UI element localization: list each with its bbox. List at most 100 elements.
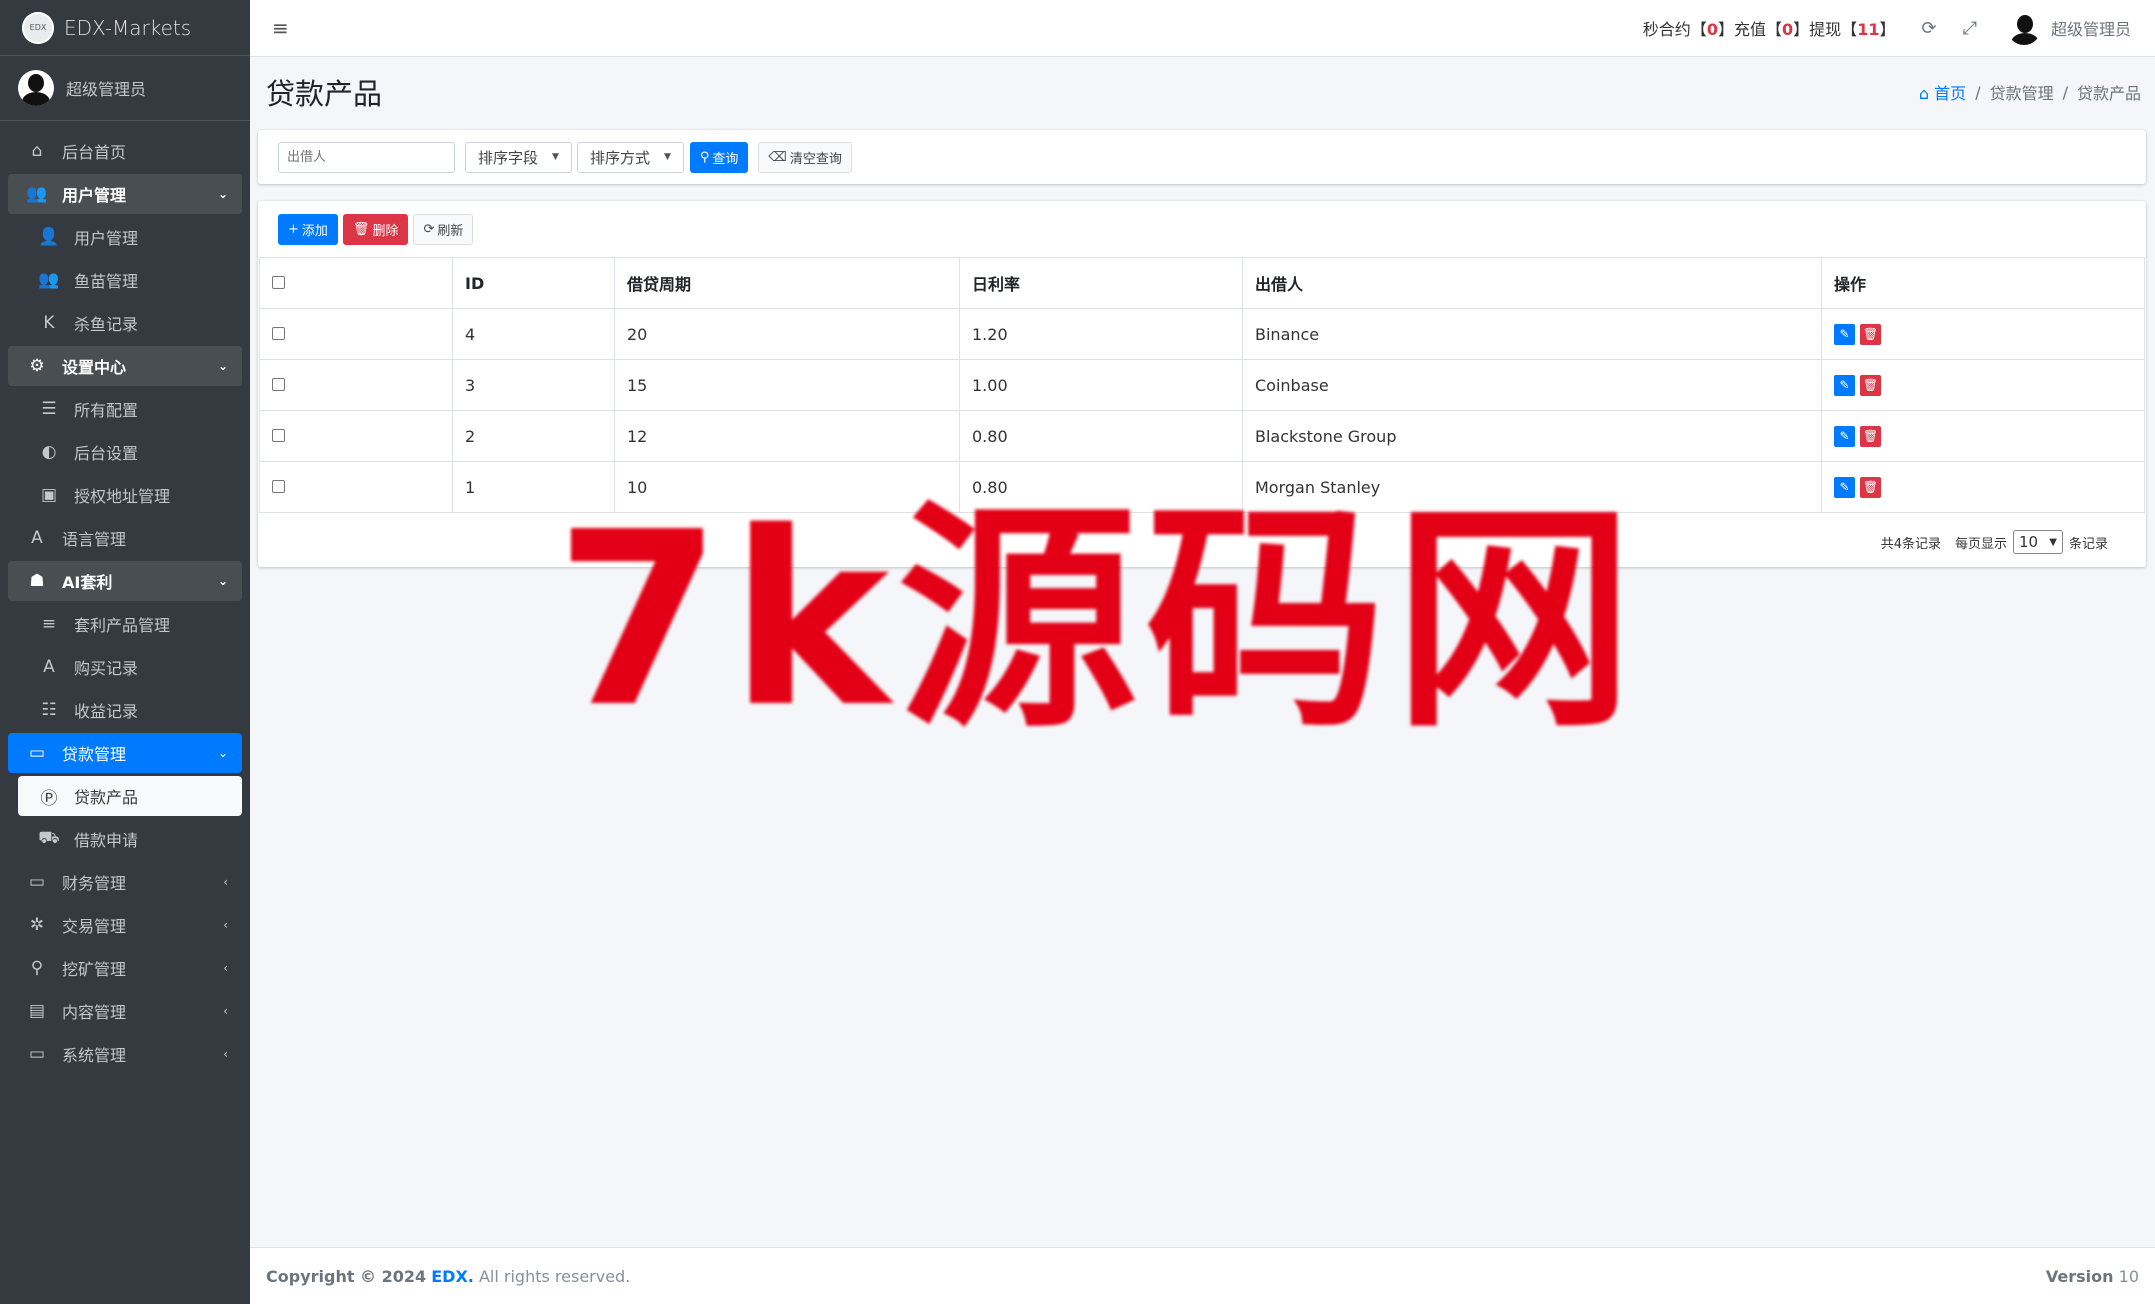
- sidebar-item-label: 授权地址管理: [74, 487, 171, 506]
- tasks-icon: ☷: [41, 700, 57, 720]
- sort-order-select[interactable]: 排序方式 ▼: [576, 141, 684, 173]
- row-select-cell: [259, 410, 453, 462]
- chevron-down-icon: ⌄: [217, 187, 228, 201]
- sidebar-item-10[interactable]: ☗ AI套利 ⌄: [8, 561, 242, 601]
- money-icon: ▭: [28, 743, 46, 763]
- address-book-icon: ▣: [40, 485, 58, 505]
- per-page-select[interactable]: 10 ▼: [2012, 530, 2063, 554]
- footer-brand-link[interactable]: EDX.: [431, 1267, 474, 1286]
- lender-search-input[interactable]: [278, 141, 455, 173]
- top-right: 秒合约【0】充值【0】提现【11】 ⟳ ⤢ 超级管理员: [1643, 11, 2131, 45]
- clear-query-label: 清空查询: [789, 151, 842, 167]
- brand-link[interactable]: EDX EDX-Markets: [0, 0, 250, 56]
- trash-icon[interactable]: 🗑: [1860, 375, 1881, 396]
- menu-toggle-icon[interactable]: ≡: [272, 16, 289, 40]
- sidebar-item-label: 杀鱼记录: [74, 315, 139, 334]
- desktop-icon: ▭: [28, 1044, 46, 1064]
- fullscreen-icon[interactable]: ⤢: [1963, 18, 1977, 39]
- cell-actions: ✎ 🗑: [1821, 359, 2145, 411]
- clear-query-button[interactable]: ⌫ 清空查询: [758, 141, 852, 173]
- plus-icon: +: [288, 221, 299, 237]
- col-period[interactable]: 借贷周期: [614, 257, 960, 309]
- chevron-left-icon: ‹: [223, 918, 228, 932]
- breadcrumb-parent[interactable]: 贷款管理: [1990, 80, 2054, 104]
- total-records: 共4条记录: [1880, 536, 1941, 552]
- sidebar-item-3[interactable]: 👥 鱼苗管理: [8, 260, 242, 300]
- chevron-down-icon: ▼: [2049, 536, 2057, 548]
- trash-icon[interactable]: 🗑: [1860, 324, 1881, 345]
- sidebar-item-label: 财务管理: [62, 874, 127, 893]
- row-checkbox[interactable]: [272, 377, 285, 391]
- row-checkbox[interactable]: [272, 479, 285, 493]
- refresh-button[interactable]: ⟳ 刷新: [413, 213, 474, 245]
- user-panel[interactable]: 超级管理员: [0, 56, 250, 121]
- trash-icon[interactable]: 🗑: [1860, 426, 1881, 447]
- sidebar-item-label: AI套利: [62, 573, 113, 592]
- eraser-icon: ⌫: [768, 149, 787, 165]
- sidebar-nav: ⌂ 后台首页 👥 用户管理 ⌄ 👤 用户管理 👥 鱼苗管理 K 杀鱼记录 ⚙ 设置中心 ⌄ ☰ 所有配置 ◐ 后台…: [0, 121, 250, 1074]
- bracket-open: 【: [1766, 20, 1783, 39]
- sidebar-item-0[interactable]: ⌂ 后台首页: [8, 131, 242, 171]
- pending-counts[interactable]: 秒合约【0】充值【0】提现【11】: [1643, 16, 1896, 40]
- sidebar-item-17[interactable]: ▭ 财务管理 ‹: [8, 862, 242, 902]
- product-hunt-icon: Ⓟ: [40, 788, 58, 809]
- cell-actions: ✎ 🗑: [1821, 308, 2145, 360]
- query-button[interactable]: ⚲ 查询: [689, 141, 749, 173]
- breadcrumb-home[interactable]: ⌂ 首页: [1919, 80, 1966, 104]
- table-header-row: ID 借贷周期 日利率 出借人 操作: [259, 257, 2145, 309]
- sidebar-item-11[interactable]: ≡ 套利产品管理: [8, 604, 242, 644]
- edit-icon[interactable]: ✎: [1834, 375, 1855, 396]
- sidebar-item-20[interactable]: ▤ 内容管理 ‹: [8, 991, 242, 1031]
- sort-field-select[interactable]: 排序字段 ▼: [465, 141, 572, 173]
- sidebar-item-18[interactable]: ✲ 交易管理 ‹: [8, 905, 242, 945]
- delete-label: 删除: [372, 223, 399, 239]
- sidebar-item-label: 后台设置: [74, 444, 139, 463]
- per-page-value: 10: [2018, 533, 2039, 551]
- col-lender[interactable]: 出借人: [1242, 257, 1822, 309]
- sidebar-item-label: 设置中心: [62, 358, 127, 377]
- row-checkbox[interactable]: [272, 326, 285, 340]
- sidebar-user-name: 超级管理员: [66, 80, 147, 99]
- refresh-label: 刷新: [437, 223, 464, 239]
- table-row: 2 12 0.80 Blackstone Group ✎ 🗑: [259, 410, 2145, 462]
- sidebar-item-4[interactable]: K 杀鱼记录: [8, 303, 242, 343]
- sidebar-item-9[interactable]: A 语言管理: [8, 518, 242, 558]
- seconds-label: 秒合约: [1642, 20, 1691, 39]
- sidebar-item-16[interactable]: ⛟ 借款申请: [8, 819, 242, 859]
- recharge-count: 0: [1782, 20, 1794, 39]
- sidebar-item-12[interactable]: A 购买记录: [8, 647, 242, 687]
- sidebar-item-15[interactable]: Ⓟ 贷款产品: [18, 776, 242, 816]
- sidebar-item-19[interactable]: ⚲ 挖矿管理 ‹: [8, 948, 242, 988]
- sidebar-item-1[interactable]: 👥 用户管理 ⌄: [8, 174, 242, 214]
- recharge-label: 充值: [1733, 20, 1766, 39]
- col-id[interactable]: ID: [452, 257, 615, 309]
- sidebar-item-2[interactable]: 👤 用户管理: [8, 217, 242, 257]
- avatar: [2006, 11, 2041, 45]
- search-icon: ⚲: [30, 958, 44, 978]
- add-button[interactable]: + 添加: [278, 213, 338, 245]
- trash-icon: 🗑: [352, 221, 370, 237]
- sidebar-item-5[interactable]: ⚙ 设置中心 ⌄: [8, 346, 242, 386]
- sidebar-item-8[interactable]: ▣ 授权地址管理: [8, 475, 242, 515]
- refresh-icon[interactable]: ⟳: [1921, 18, 1936, 39]
- trash-icon[interactable]: 🗑: [1860, 477, 1881, 498]
- edit-icon[interactable]: ✎: [1834, 324, 1855, 345]
- edit-icon[interactable]: ✎: [1834, 477, 1855, 498]
- user-menu[interactable]: 超级管理员: [2006, 11, 2131, 45]
- sidebar-item-14[interactable]: ▭ 贷款管理 ⌄: [8, 733, 242, 773]
- row-select-cell: [259, 308, 453, 360]
- delete-button[interactable]: 🗑 删除: [342, 213, 409, 245]
- sidebar-item-13[interactable]: ☷ 收益记录: [8, 690, 242, 730]
- cell-actions: ✎ 🗑: [1821, 461, 2145, 513]
- row-checkbox[interactable]: [272, 428, 285, 442]
- select-all-checkbox[interactable]: [272, 275, 285, 289]
- col-rate[interactable]: 日利率: [959, 257, 1243, 309]
- sidebar-item-7[interactable]: ◐ 后台设置: [8, 432, 242, 472]
- sidebar-item-21[interactable]: ▭ 系统管理 ‹: [8, 1034, 242, 1074]
- language-icon: A: [31, 528, 43, 548]
- edit-icon[interactable]: ✎: [1834, 426, 1855, 447]
- sidebar-item-6[interactable]: ☰ 所有配置: [8, 389, 242, 429]
- chevron-down-icon: ⌄: [217, 359, 228, 373]
- brand-logo: EDX: [22, 11, 54, 44]
- chevron-down-icon: ⌄: [217, 746, 228, 760]
